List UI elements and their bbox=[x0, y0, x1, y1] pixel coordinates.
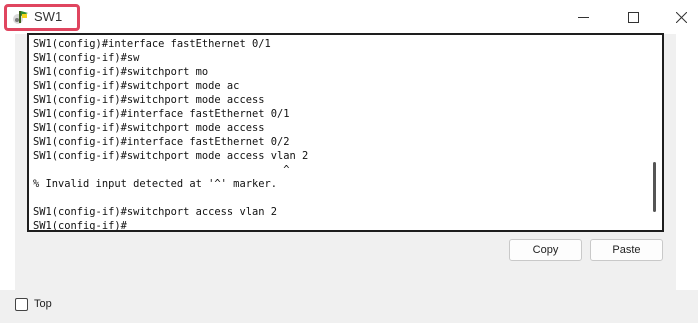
copy-button[interactable]: Copy bbox=[509, 239, 582, 261]
terminal-line: SW1(config-if)#interface fastEthernet 0/… bbox=[33, 108, 290, 120]
top-checkbox-label: Top bbox=[34, 298, 52, 310]
terminal-line: SW1(config-if)#sw bbox=[33, 52, 140, 64]
terminal-line: SW1(config)#interface fastEthernet 0/1 bbox=[33, 38, 271, 50]
minimize-icon bbox=[577, 16, 589, 18]
left-margin bbox=[0, 34, 15, 290]
terminal-line: ^ bbox=[33, 164, 290, 176]
cli-terminal[interactable]: SW1(config)#interface fastEthernet 0/1 SW… bbox=[27, 33, 664, 232]
maximize-button[interactable] bbox=[610, 0, 656, 34]
close-button[interactable] bbox=[658, 0, 698, 34]
terminal-scrollbar[interactable] bbox=[653, 162, 656, 212]
paste-button[interactable]: Paste bbox=[590, 239, 663, 261]
terminal-line: SW1(config-if)#interface fastEthernet 0/… bbox=[33, 136, 290, 148]
footer-bar bbox=[0, 290, 698, 323]
terminal-line: SW1(config-if)#switchport mode ac bbox=[33, 80, 240, 92]
terminal-output: SW1(config)#interface fastEthernet 0/1 SW… bbox=[33, 37, 648, 232]
title-bar[interactable]: SW1 bbox=[0, 0, 698, 34]
title-highlight-box bbox=[4, 4, 80, 31]
terminal-line: SW1(config-if)#switchport access vlan 2 bbox=[33, 206, 277, 218]
terminal-line: SW1(config-if)# bbox=[33, 220, 127, 232]
terminal-line: SW1(config-if)#switchport mo bbox=[33, 66, 209, 78]
close-icon bbox=[675, 11, 687, 23]
right-margin bbox=[676, 34, 698, 290]
terminal-line: SW1(config-if)#switchport mode access bbox=[33, 94, 265, 106]
top-checkbox[interactable] bbox=[15, 298, 28, 311]
maximize-icon bbox=[627, 11, 639, 23]
terminal-line: SW1(config-if)#switchport mode access bbox=[33, 122, 265, 134]
terminal-line: SW1(config-if)#switchport mode access vl… bbox=[33, 150, 309, 162]
terminal-window: SW1 SW1(config)#interface fastEthernet 0… bbox=[0, 0, 698, 323]
minimize-button[interactable] bbox=[560, 0, 606, 34]
terminal-line: % Invalid input detected at '^' marker. bbox=[33, 178, 277, 190]
